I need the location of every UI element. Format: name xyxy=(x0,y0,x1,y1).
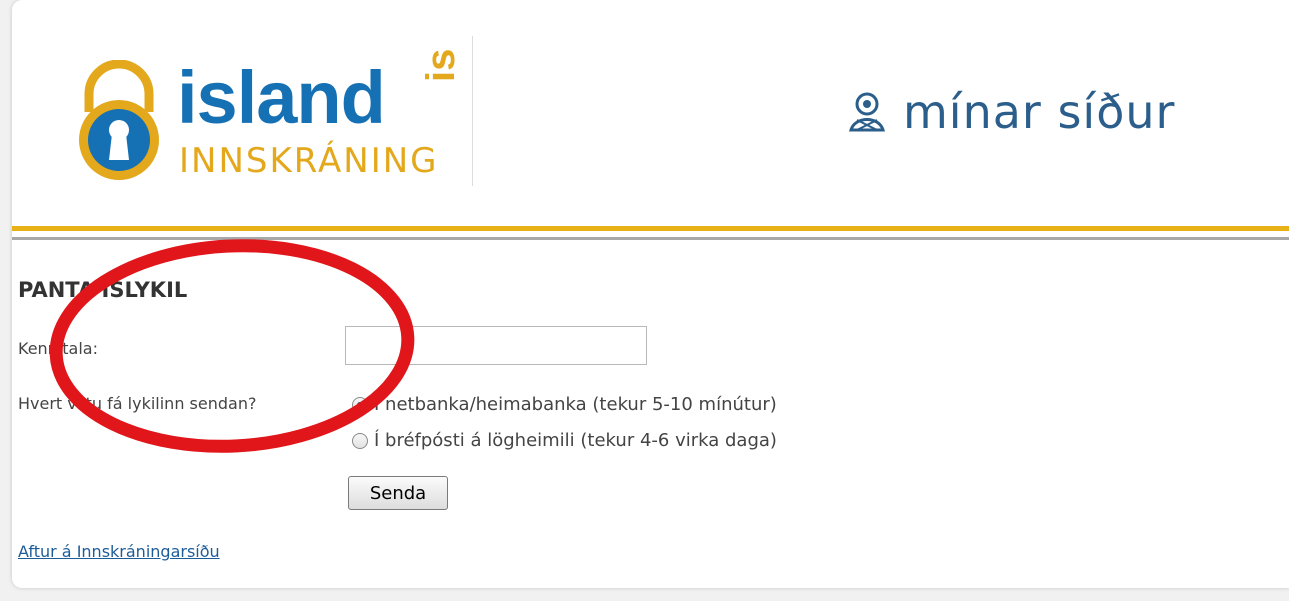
back-to-login-link[interactable]: Aftur á Innskráningarsíðu xyxy=(18,542,220,561)
keyhole-lock-icon xyxy=(79,60,159,180)
header-divider xyxy=(472,36,473,186)
logo-suffix: is xyxy=(419,48,463,82)
divider-gold xyxy=(12,226,1289,231)
logo-wordmark: island xyxy=(177,56,386,139)
annotation-ellipse xyxy=(49,239,415,453)
minar-sidur-brand: mínar síður xyxy=(845,82,1175,142)
island-logo: island INNSKRÁNING is xyxy=(67,49,487,190)
logo-subtitle: INNSKRÁNING xyxy=(179,141,439,181)
person-icon xyxy=(849,92,885,132)
delivery-option-label: Í netbanka/heimabanka (tekur 5-10 mínútu… xyxy=(374,394,777,415)
delivery-option-label: Í bréfpósti á lögheimili (tekur 4-6 virk… xyxy=(374,430,777,451)
send-button[interactable]: Senda xyxy=(348,476,448,510)
brand-text: mínar síður xyxy=(903,85,1176,139)
